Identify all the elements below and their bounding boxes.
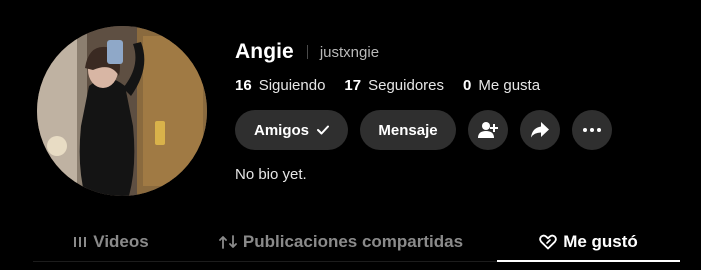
display-name: Angie [235,40,294,63]
share-button[interactable] [520,110,560,150]
name-divider [306,45,308,59]
active-tab-indicator [497,260,680,262]
add-friend-button[interactable] [468,110,508,150]
action-row: Amigos Mensaje [235,110,624,150]
check-icon [317,122,329,138]
tab-shared-posts[interactable]: Publicaciones compartidas [213,222,469,262]
likes-label: Me gusta [478,77,541,94]
profile-page: Angie justxngie 16 Siguiendo 17 Seguidor… [0,0,701,270]
grid-lines-icon [73,235,87,249]
more-dots-icon [583,128,601,132]
avatar[interactable] [37,26,207,196]
add-person-icon [478,121,498,139]
bio-text: No bio yet. [235,166,307,183]
profile-photo [37,26,207,196]
stat-followers[interactable]: 17 Seguidores [344,77,444,94]
friends-button[interactable]: Amigos [235,110,348,150]
tab-shared-label: Publicaciones compartidas [242,232,464,251]
friends-button-label: Amigos [253,121,309,139]
tab-videos-label: Videos [93,232,149,251]
followers-count: 17 [344,77,362,94]
likes-count: 0 [463,77,472,94]
tab-liked[interactable]: Me gustó [497,222,680,262]
username: justxngie [319,43,380,61]
repost-icon [219,234,237,250]
message-button-label: Mensaje [378,121,438,139]
profile-tabs: Videos Publicaciones compartidas Me gust… [0,222,701,262]
stats-row: 16 Siguiendo 17 Seguidores 0 Me gusta [235,77,559,94]
tab-liked-label: Me gustó [563,232,638,251]
following-label: Siguiendo [258,77,326,94]
stat-likes: 0 Me gusta [463,77,540,94]
heart-icon [539,234,557,250]
share-arrow-icon [530,121,550,139]
following-count: 16 [235,77,252,94]
message-button[interactable]: Mensaje [360,110,456,150]
tab-videos[interactable]: Videos [66,222,156,262]
followers-label: Seguidores [368,77,444,94]
more-options-button[interactable] [572,110,612,150]
stat-following[interactable]: 16 Siguiendo [235,77,325,94]
identity-row: Angie justxngie [235,40,379,64]
